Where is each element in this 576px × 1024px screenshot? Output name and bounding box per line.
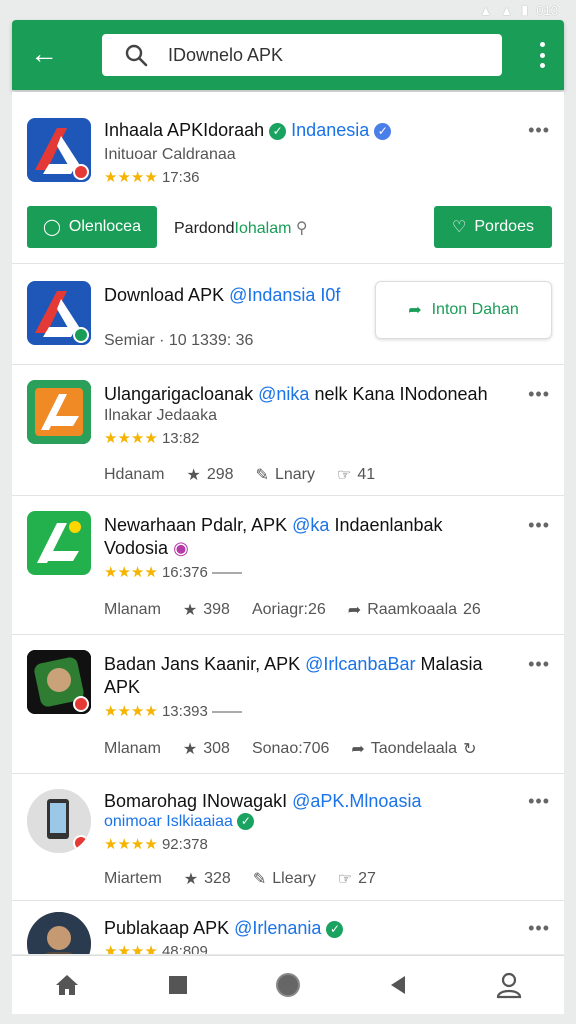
app-icon <box>27 380 91 444</box>
like-icon: ✎ <box>252 871 267 888</box>
profile-icon[interactable] <box>491 967 527 1003</box>
item-title: Ulangarigacloanak @nika nelk Kana INodon… <box>104 384 488 404</box>
star-rating-icon: ★★★★ <box>104 703 158 720</box>
item-subtitle: Inituoar Caldranaa <box>104 146 236 163</box>
status-bar: ▲ ▲ ▮ 010 <box>0 0 576 20</box>
thumb-icon: ☞ <box>337 871 353 888</box>
item-action-button[interactable]: ➦ Inton Dahan <box>375 281 552 339</box>
search-small-icon: ⚲ <box>295 220 308 237</box>
list-item[interactable]: Publakaap APK @Irlenania ✓ ★★★★ 48:809 •… <box>12 902 564 954</box>
app-icon <box>27 789 91 853</box>
list-item[interactable]: Ulangarigacloanak @nika nelk Kana INodon… <box>12 366 564 496</box>
app-icon <box>27 912 91 954</box>
star-icon: ★ <box>183 871 199 888</box>
item-rating: ★★★★ 17:36 <box>104 169 200 186</box>
star-rating-icon: ★★★★ <box>104 169 158 186</box>
share-arrow-icon: ➦ <box>408 302 422 319</box>
list-item[interactable]: Inhaala APKIdoraah ✓ Indanesia ✓ Inituoa… <box>12 92 564 264</box>
star-rating-icon: ★★★★ <box>104 836 158 853</box>
list-item[interactable]: Download APK @Indansia I0f Semiar · 10 1… <box>12 265 564 365</box>
item-title-line2: APK <box>104 677 141 697</box>
battery-icon: ▮ <box>521 2 529 17</box>
back-arrow-icon[interactable]: ← <box>28 38 60 70</box>
share-icon: ➦ <box>347 602 362 619</box>
star-icon: ★ <box>186 467 201 484</box>
search-icon <box>125 44 148 67</box>
chat-icon: ◯ <box>43 219 61 236</box>
share-icon: ➦ <box>351 741 365 758</box>
item-title: Badan Jans Kaanir, APK @IrlcanbaBar Mala… <box>104 654 483 674</box>
list-item[interactable]: Newarhaan Pdalr, APK @ka Indaenlanbak Vo… <box>12 497 564 635</box>
app-icon <box>27 650 91 714</box>
more-options-icon[interactable] <box>538 42 546 68</box>
item-rating: ★★★★ 13:82 <box>104 430 200 447</box>
item-rating: ★★★★ 92:378 <box>104 836 208 853</box>
home-icon[interactable] <box>49 967 85 1003</box>
item-subtitle: onimoar Islkiaaiaa ✓ <box>104 813 255 831</box>
item-subtitle: Semiar · 10 1339: 36 <box>104 332 254 349</box>
item-subtitle: Ilnakar Jedaaka <box>104 407 217 424</box>
verified-icon: ✓ <box>237 813 255 830</box>
circle-icon[interactable] <box>270 967 306 1003</box>
star-rating-icon: ★★★★ <box>104 564 158 581</box>
item-rating: ★★★★ 48:809 <box>104 942 208 954</box>
signal-icon: ▲ <box>479 2 493 18</box>
list-item[interactable]: Bomarohag INowagakI @aPK.Mlnoasia onimoa… <box>12 775 564 901</box>
item-rating: ★★★★ 13:393 —— <box>104 703 243 720</box>
search-box[interactable] <box>102 34 502 76</box>
item-title: Bomarohag INowagakI @aPK.Mlnoasia <box>104 791 422 811</box>
app-bar: ← <box>12 20 564 90</box>
item-more-icon[interactable]: ••• <box>528 791 550 812</box>
back-triangle-icon[interactable] <box>380 967 416 1003</box>
star-icon: ★ <box>182 602 198 619</box>
item-more-icon[interactable]: ••• <box>528 120 550 141</box>
item-more-icon[interactable]: ••• <box>528 515 550 536</box>
bottom-nav <box>12 955 564 1014</box>
star-rating-icon: ★★★★ <box>104 430 158 447</box>
like-icon: ✎ <box>255 467 269 484</box>
item-meta: Miartem ★ 328 ✎ Lleary ☞ 27 <box>104 870 376 888</box>
verified-icon: ✓ <box>326 921 344 938</box>
item-middle-text[interactable]: PardondIohalam ⚲ <box>174 218 308 238</box>
app-icon <box>27 511 91 575</box>
item-meta: Hdanam ★ 298 ✎ Lnary ☞ 41 <box>104 466 376 484</box>
item-rating: ★★★★ 16:376 —— <box>104 564 243 581</box>
wifi-icon: ▲ <box>500 2 514 18</box>
heart-icon: ♡ <box>452 219 467 236</box>
item-title: Download APK @Indansia I0f <box>104 285 341 305</box>
item-meta: Mlanam ★ 308 Sonao:706 ➦ Taondelaala ↻ <box>104 740 477 758</box>
item-more-icon[interactable]: ••• <box>528 918 550 939</box>
thumb-icon: ☞ <box>336 467 352 484</box>
list-item[interactable]: Badan Jans Kaanir, APK @IrlcanbaBar Mala… <box>12 636 564 774</box>
app-icon <box>27 118 91 182</box>
star-icon: ★ <box>182 741 198 758</box>
item-right-button[interactable]: ♡ Pordoes <box>434 206 552 248</box>
item-more-icon[interactable]: ••• <box>528 654 550 675</box>
app-icon <box>27 281 91 345</box>
verified-icon: ✓ <box>374 123 392 140</box>
item-title: Publakaap APK @Irlenania ✓ <box>104 918 344 939</box>
item-title-line2: Vodosia ◉ <box>104 538 189 558</box>
item-title: Newarhaan Pdalr, APK @ka Indaenlanbak <box>104 515 443 535</box>
item-meta: Mlanam ★ 398 Aoriagr:26 ➦ Raamkoaala 26 <box>104 601 481 619</box>
results-list: Inhaala APKIdoraah ✓ Indanesia ✓ Inituoa… <box>12 92 564 954</box>
refresh-icon: ↻ <box>463 741 477 758</box>
status-time: 010 <box>536 2 558 18</box>
square-icon[interactable] <box>160 967 196 1003</box>
search-input[interactable] <box>168 44 468 66</box>
location-pin-icon: ◉ <box>173 538 189 558</box>
star-rating-icon: ★★★★ <box>104 943 158 954</box>
item-more-icon[interactable]: ••• <box>528 384 550 405</box>
verified-icon: ✓ <box>269 123 287 140</box>
item-left-button[interactable]: ◯ Olenlocea <box>27 206 157 248</box>
item-title: Inhaala APKIdoraah ✓ Indanesia ✓ <box>104 120 392 141</box>
